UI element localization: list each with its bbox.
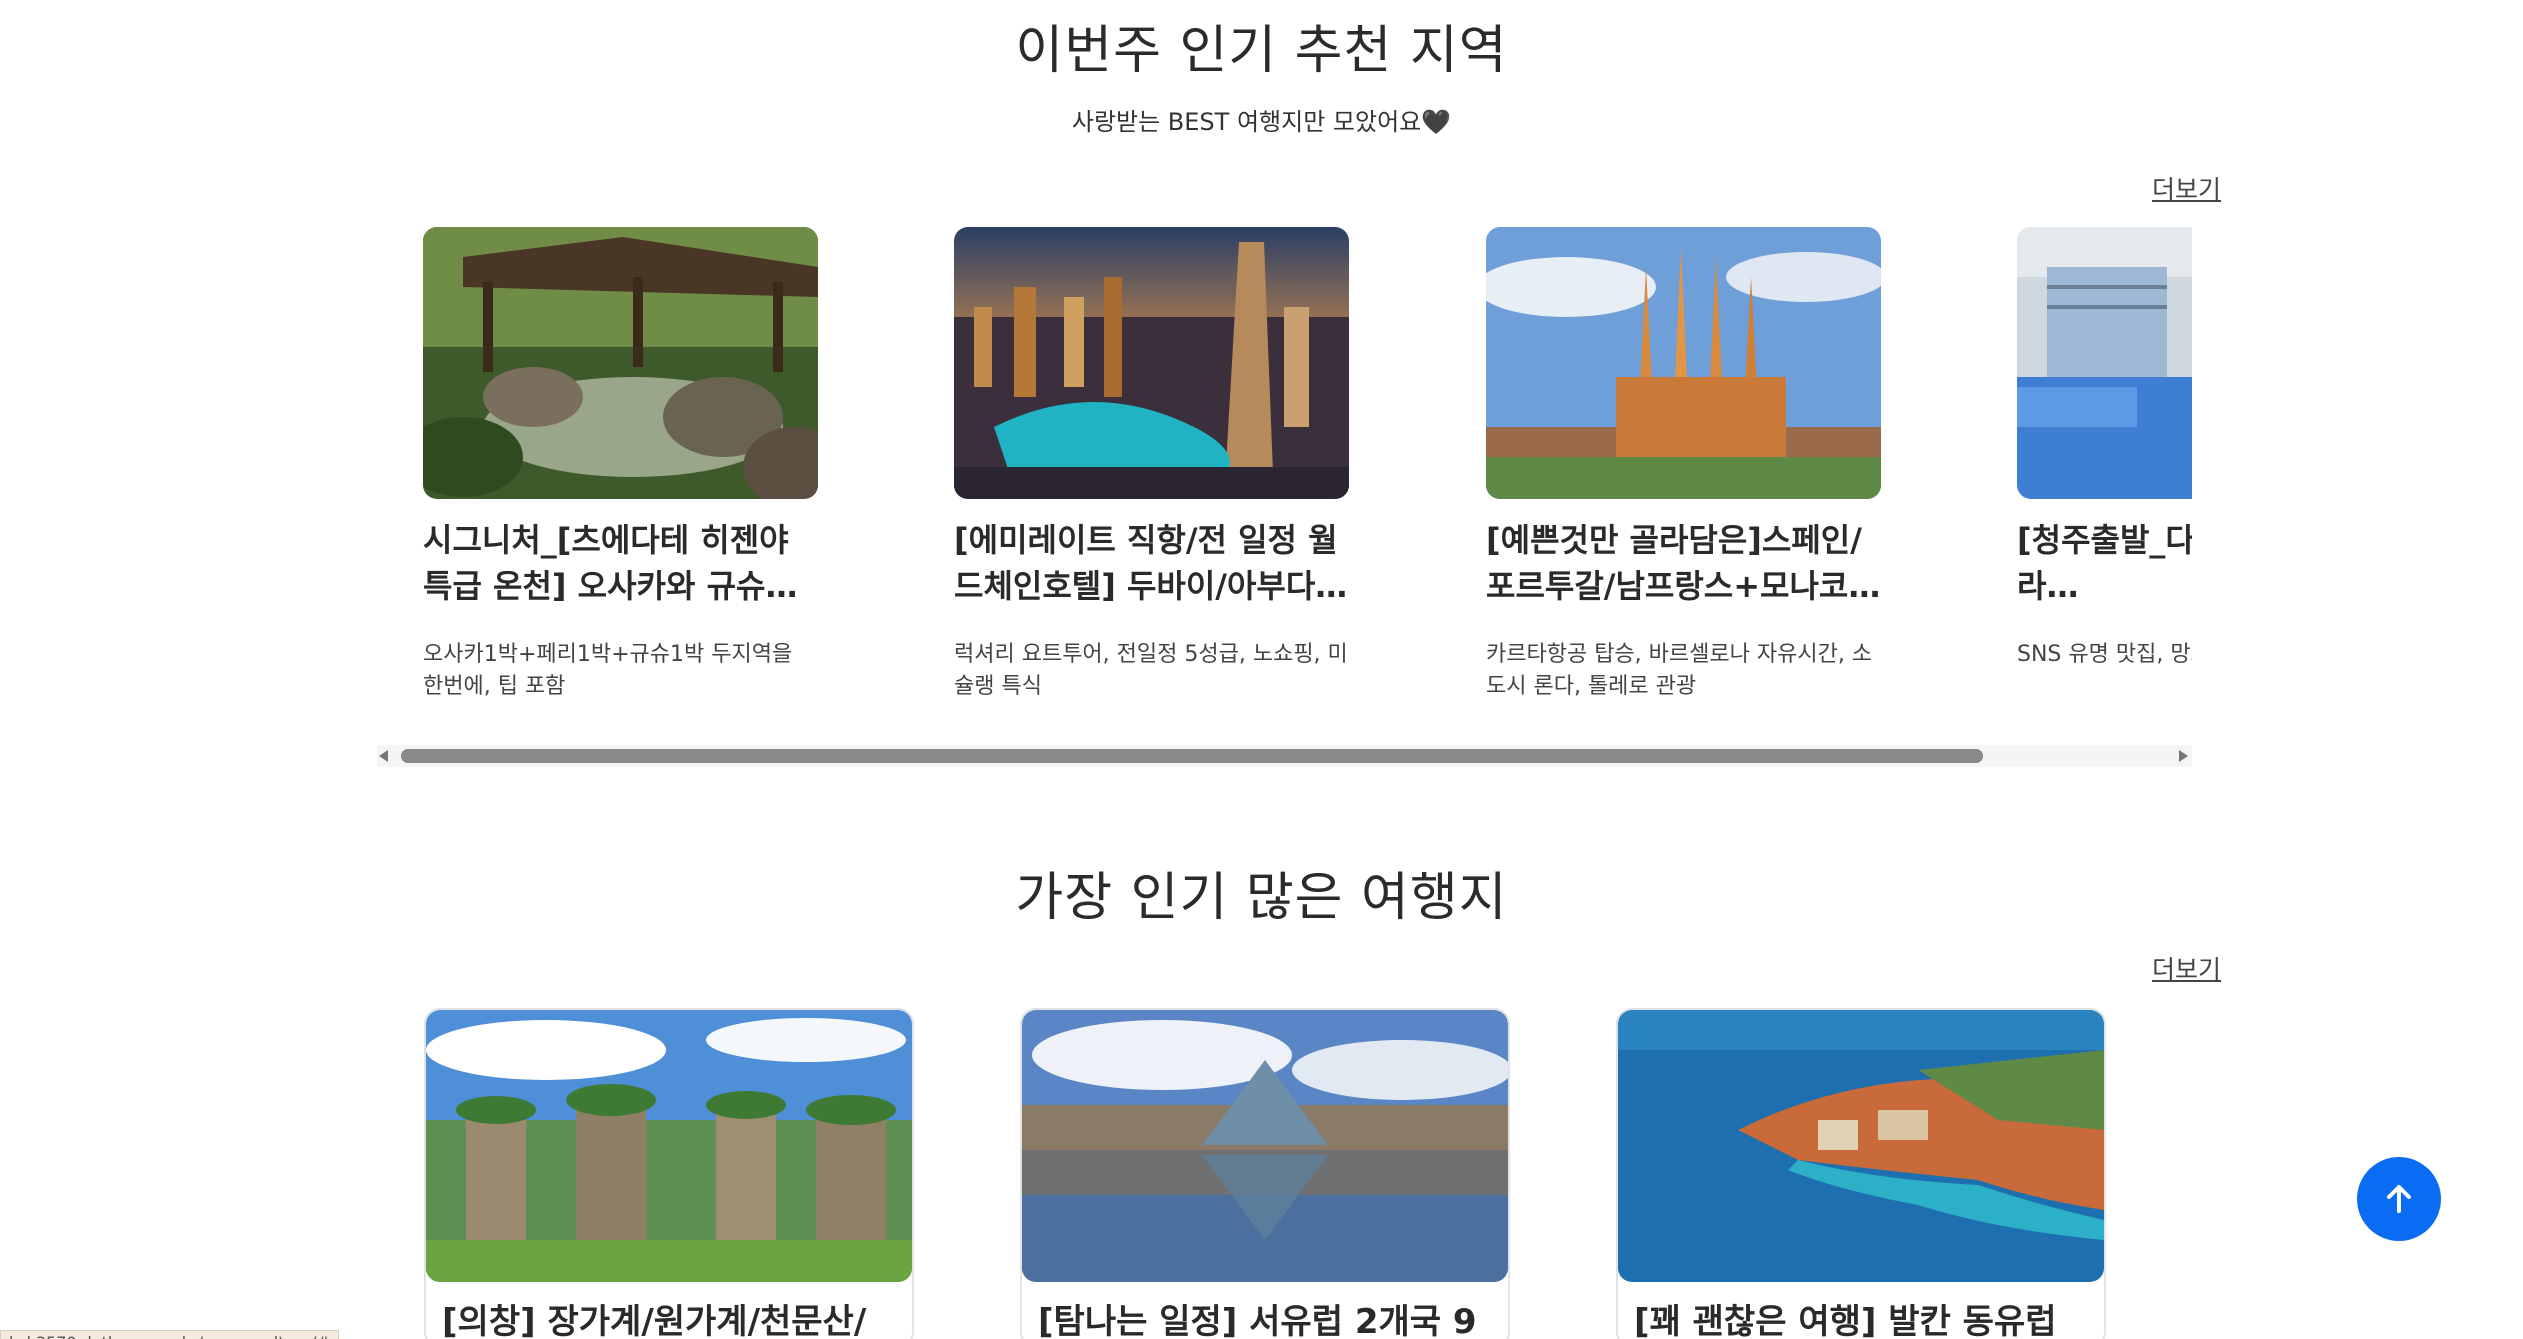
arrow-up-icon [2387, 1185, 2411, 1213]
section-title-weekly: 이번주 인기 추천 지역 [1015, 21, 1508, 81]
browser-status-url: ksk3570.dothome.co.kr/verygoodtour/# [0, 1330, 339, 1339]
popular-card[interactable]: [탐나는 일정] 서유럽 2개국 9일 #리 [1020, 1008, 1510, 1339]
hot-spring-forest-photo[interactable] [423, 227, 818, 499]
scroll-to-top-button[interactable] [2357, 1157, 2441, 1241]
popular-card[interactable]: [의창] 장가계/원가계/천문산/천자산 [424, 1008, 914, 1339]
more-link-weekly[interactable]: 더보기 [2152, 170, 2221, 206]
popular-card[interactable]: [꽤 괜찮은 여행] 발칸 동유럽 5개국 [1616, 1008, 2106, 1339]
more-link-popular[interactable]: 더보기 [2152, 950, 2221, 986]
weekly-card-title[interactable]: [에미레이트 직항/전 일정 월드체인호텔] 두바이/아부다… [954, 517, 1349, 609]
weekly-carousel[interactable]: 시그니처_[츠에다테 히젠야 특급 온천] 오사카와 규슈를… 오사카1박+페리… [377, 213, 2192, 713]
dubrovnik-coast-photo[interactable] [1618, 1010, 2104, 1282]
weekly-card-desc: 카르타항공 탑승, 바르셀로나 자유시간, 소도시 론다, 톨레로 관광 [1486, 642, 1873, 699]
scroll-right-arrow-icon[interactable] [2179, 750, 2188, 762]
weekly-card-desc: 럭셔리 요트투어, 전일정 5성급, 노쇼핑, 미슐랭 특식 [954, 642, 1348, 699]
dubai-marina-night-photo[interactable] [954, 227, 1349, 499]
scroll-left-arrow-icon[interactable] [379, 750, 388, 762]
weekly-card[interactable]: 시그니처_[츠에다테 히젠야 특급 온천] 오사카와 규슈를… 오사카1박+페리… [423, 227, 818, 703]
carousel-scrollbar[interactable] [377, 745, 2192, 767]
infinity-pool-photo[interactable] [2017, 227, 2192, 499]
weekly-card-desc: 오사카1박+페리1박+규슈1박 두지역을 한번에, 팁 포함 [423, 642, 793, 699]
weekly-card[interactable]: [청주출발_다낭] 포포인츠 쉐라… SNS 유명 맛집, 망고 나힐, 오전 … [2017, 227, 2192, 703]
popular-card-title[interactable]: [탐나는 일정] 서유럽 2개국 9일 #리 [1022, 1282, 1508, 1339]
weekly-card-desc: SNS 유명 맛집, 망고 나힐, 오전 자유시간 [2017, 642, 2192, 667]
scrollbar-thumb[interactable] [401, 749, 1983, 763]
sagrada-familia-photo[interactable] [1486, 227, 1881, 499]
section-title-popular: 가장 인기 많은 여행지 [1015, 868, 1508, 928]
popular-card-title[interactable]: [꽤 괜찮은 여행] 발칸 동유럽 5개국 [1618, 1282, 2104, 1339]
weekly-card[interactable]: [예쁜것만 골라담은]스페인/포르투갈/남프랑스+모나코 4… 카르타항공 탑승… [1486, 227, 1881, 703]
popular-card-title[interactable]: [의창] 장가계/원가계/천문산/천자산 [426, 1282, 912, 1339]
zhangjiajie-mountains-photo[interactable] [426, 1010, 912, 1282]
weekly-card-title[interactable]: [청주출발_다낭] 포포인츠 쉐라… [2017, 517, 2192, 609]
section-subtitle-weekly: 사랑받는 BEST 여행지만 모았어요🖤 [1071, 108, 1452, 136]
weekly-card-title[interactable]: 시그니처_[츠에다테 히젠야 특급 온천] 오사카와 규슈를… [423, 517, 818, 609]
weekly-card-title[interactable]: [예쁜것만 골라담은]스페인/포르투갈/남프랑스+모나코 4… [1486, 517, 1881, 609]
weekly-card[interactable]: [에미레이트 직항/전 일정 월드체인호텔] 두바이/아부다… 럭셔리 요트투어… [954, 227, 1349, 703]
louvre-pyramid-photo[interactable] [1022, 1010, 1508, 1282]
